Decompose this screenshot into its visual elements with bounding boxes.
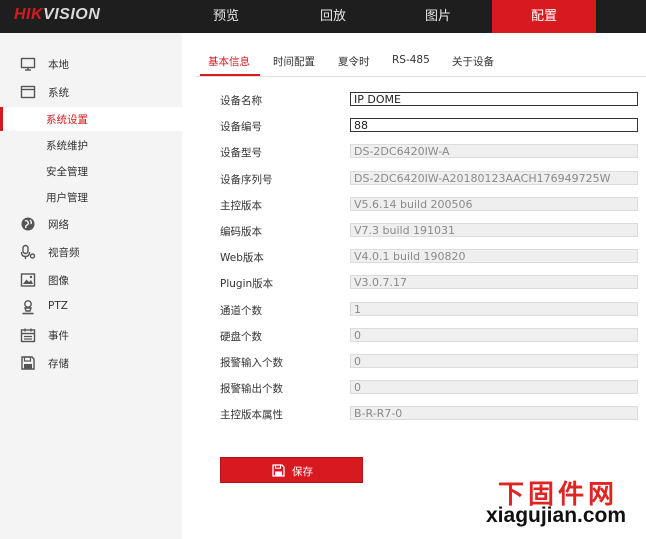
firmware-version-field: V5.6.14 build 200506 [350,197,638,211]
save-button-label: 保存 [292,466,313,478]
web-version-field: V4.0.1 build 190820 [350,249,638,263]
watermark-url: xiagujian.com [486,504,627,527]
sidebar-item-label: 安全管理 [46,166,88,178]
serial-number-label: 设备序列号 [220,174,273,186]
monitor-icon [20,56,36,72]
sidebar-item-local[interactable]: 本地 [0,52,182,76]
tab-dst[interactable]: 夏令时 [338,54,370,69]
tab-time-settings[interactable]: 时间配置 [273,54,315,69]
settings-tabs: 基本信息 时间配置 夏令时 RS-485 关于设备 [196,46,646,77]
sidebar-item-label: 存储 [48,358,69,370]
sidebar-item-label: 本地 [48,59,69,71]
alarm-output-count-label: 报警输出个数 [220,383,283,395]
sidebar-item-ptz[interactable]: PTZ [0,295,182,319]
firmware-property-field: B-R-R7-0 [350,406,638,420]
hikvision-logo: HIKVISION [14,6,101,23]
sidebar-item-system-maintenance[interactable]: 系统维护 [0,133,182,157]
sidebar-item-security[interactable]: 安全管理 [0,159,182,183]
encoding-version-label: 编码版本 [220,226,262,238]
sidebar-item-label: 事件 [48,330,69,342]
plugin-version-label: Plugin版本 [220,278,274,290]
sidebar-item-label: 系统维护 [46,140,88,152]
serial-number-field: DS-2DC6420IW-A20180123AACH176949725W [350,171,638,185]
device-name-input[interactable]: IP DOME [350,92,638,106]
nav-preview[interactable]: 预览 [174,0,278,33]
device-name-label: 设备名称 [220,95,262,107]
active-tab-indicator [200,74,260,76]
sidebar-item-system[interactable]: 系统 [0,80,182,104]
alarm-output-count-field: 0 [350,380,638,394]
channel-count-label: 通道个数 [220,305,262,317]
sidebar-item-video-audio[interactable]: 视音频 [0,240,182,264]
plugin-version-field: V3.0.7.17 [350,275,638,289]
encoding-version-field: V7.3 build 191031 [350,223,638,237]
alarm-input-count-field: 0 [350,354,638,368]
firmware-version-label: 主控版本 [220,200,262,212]
top-bar: HIKVISION 预览 回放 图片 配置 [0,0,646,33]
tab-about[interactable]: 关于设备 [452,54,494,69]
firmware-property-label: 主控版本属性 [220,409,283,421]
sidebar-item-label: 网络 [48,219,69,231]
sidebar-item-label: 系统 [48,87,69,99]
globe-icon [20,216,36,232]
tab-basic-info[interactable]: 基本信息 [208,54,250,69]
floppy-disk-icon [20,355,36,371]
sidebar-item-network[interactable]: 网络 [0,212,182,236]
sidebar-item-storage[interactable]: 存储 [0,351,182,375]
save-button[interactable]: 保存 [220,457,363,483]
device-model-field: DS-2DC6420IW-A [350,144,638,158]
device-model-label: 设备型号 [220,147,262,159]
alarm-input-count-label: 报警输入个数 [220,357,283,369]
device-number-label: 设备编号 [220,121,262,133]
sidebar-item-image[interactable]: 图像 [0,268,182,292]
device-number-input[interactable]: 88 [350,118,638,132]
nav-configuration[interactable]: 配置 [492,0,596,33]
channel-count-field: 1 [350,302,638,316]
web-version-label: Web版本 [220,252,264,264]
calendar-icon [20,327,36,343]
sidebar-item-label: 视音频 [48,247,80,259]
sidebar-item-label: 用户管理 [46,192,88,204]
system-window-icon [20,84,36,100]
sidebar: 本地 系统 系统设置 系统维护 安全管理 用户管理 网络 视音频 图像 PTZ … [0,33,182,539]
sidebar-item-event[interactable]: 事件 [0,323,182,347]
sidebar-item-users[interactable]: 用户管理 [0,185,182,209]
tab-rs485[interactable]: RS-485 [392,54,430,66]
sidebar-item-label: 图像 [48,275,69,287]
microphone-icon [20,244,36,260]
sidebar-item-label: 系统设置 [46,114,88,126]
hdd-count-field: 0 [350,328,638,342]
image-icon [20,272,36,288]
floppy-disk-icon [272,464,285,477]
sidebar-item-system-settings[interactable]: 系统设置 [0,107,182,131]
nav-picture[interactable]: 图片 [386,0,490,33]
ptz-person-icon [20,299,36,315]
sidebar-item-label: PTZ [48,300,68,312]
nav-playback[interactable]: 回放 [281,0,385,33]
hdd-count-label: 硬盘个数 [220,331,262,343]
